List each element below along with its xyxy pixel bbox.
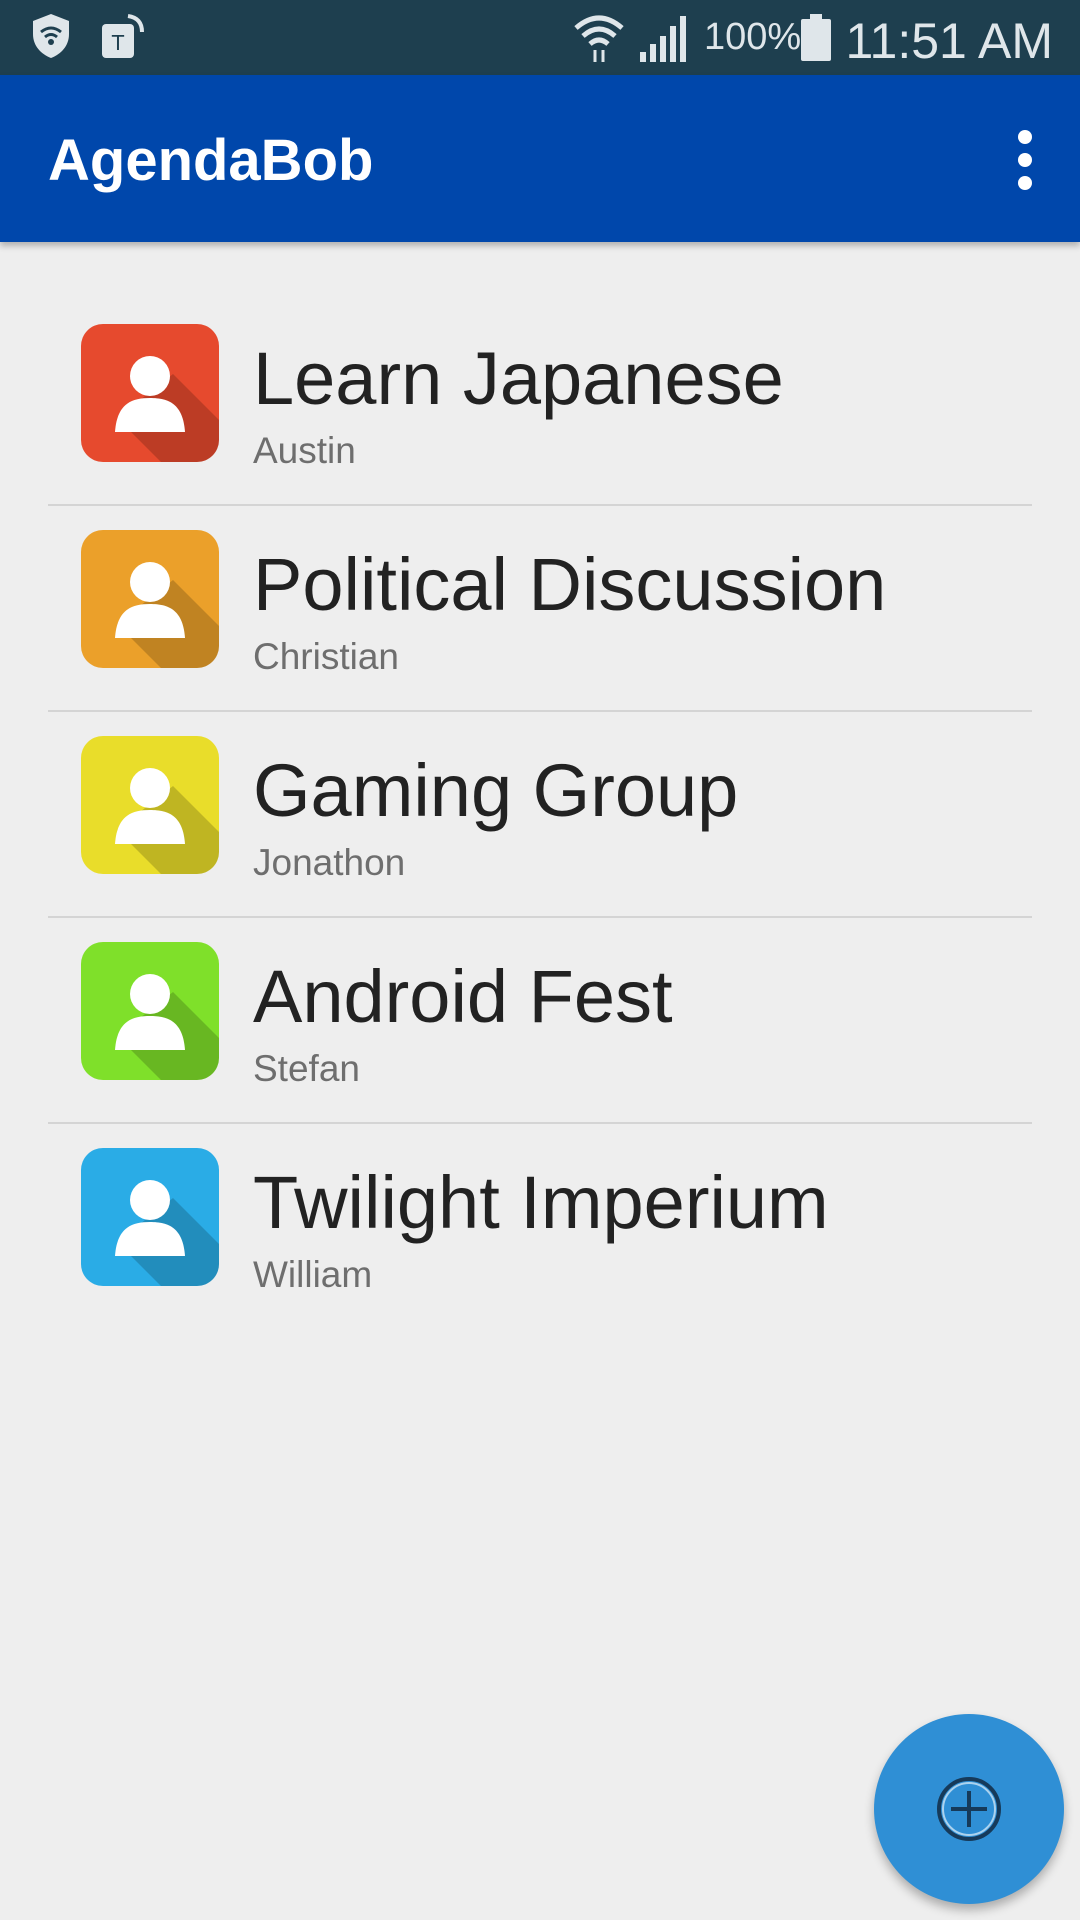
status-bar: T 100% 11:51 AM bbox=[0, 0, 1080, 75]
person-icon bbox=[81, 942, 219, 1080]
app-title: AgendaBob bbox=[48, 128, 374, 193]
add-agenda-button[interactable] bbox=[874, 1714, 1064, 1904]
svg-text:T: T bbox=[111, 31, 125, 55]
app-bar: AgendaBob bbox=[0, 75, 1080, 242]
agenda-item[interactable]: Twilight Imperium William bbox=[0, 1124, 1080, 1330]
battery-percent: 100% bbox=[704, 16, 802, 58]
more-vert-icon[interactable] bbox=[990, 115, 1060, 205]
person-icon bbox=[81, 324, 219, 462]
agenda-title: Gaming Group bbox=[253, 749, 739, 832]
agenda-title: Twilight Imperium bbox=[253, 1161, 829, 1244]
agenda-owner: Stefan bbox=[253, 1048, 360, 1089]
agenda-owner: Christian bbox=[253, 636, 399, 677]
tmobile-tag-icon: T bbox=[102, 14, 144, 58]
battery-icon bbox=[801, 14, 831, 61]
agenda-owner: William bbox=[253, 1254, 373, 1295]
add-circle-icon bbox=[937, 1777, 1001, 1841]
person-icon bbox=[81, 736, 219, 874]
clock: 11:51 AM bbox=[845, 13, 1053, 69]
agenda-item[interactable]: Gaming Group Jonathon bbox=[0, 712, 1080, 918]
person-icon bbox=[81, 530, 219, 668]
signal-icon bbox=[640, 16, 686, 62]
person-icon bbox=[81, 1148, 219, 1286]
shield-wifi-icon bbox=[33, 14, 69, 58]
agenda-item[interactable]: Learn Japanese Austin bbox=[0, 300, 1080, 506]
agenda-item[interactable]: Political Discussion Christian bbox=[0, 506, 1080, 712]
agenda-owner: Jonathon bbox=[253, 842, 406, 883]
agenda-owner: Austin bbox=[253, 430, 356, 471]
agenda-item[interactable]: Android Fest Stefan bbox=[0, 918, 1080, 1124]
wifi-icon bbox=[574, 15, 624, 62]
agenda-title: Political Discussion bbox=[253, 543, 887, 626]
agenda-title: Learn Japanese bbox=[253, 337, 784, 420]
agenda-title: Android Fest bbox=[253, 955, 673, 1038]
